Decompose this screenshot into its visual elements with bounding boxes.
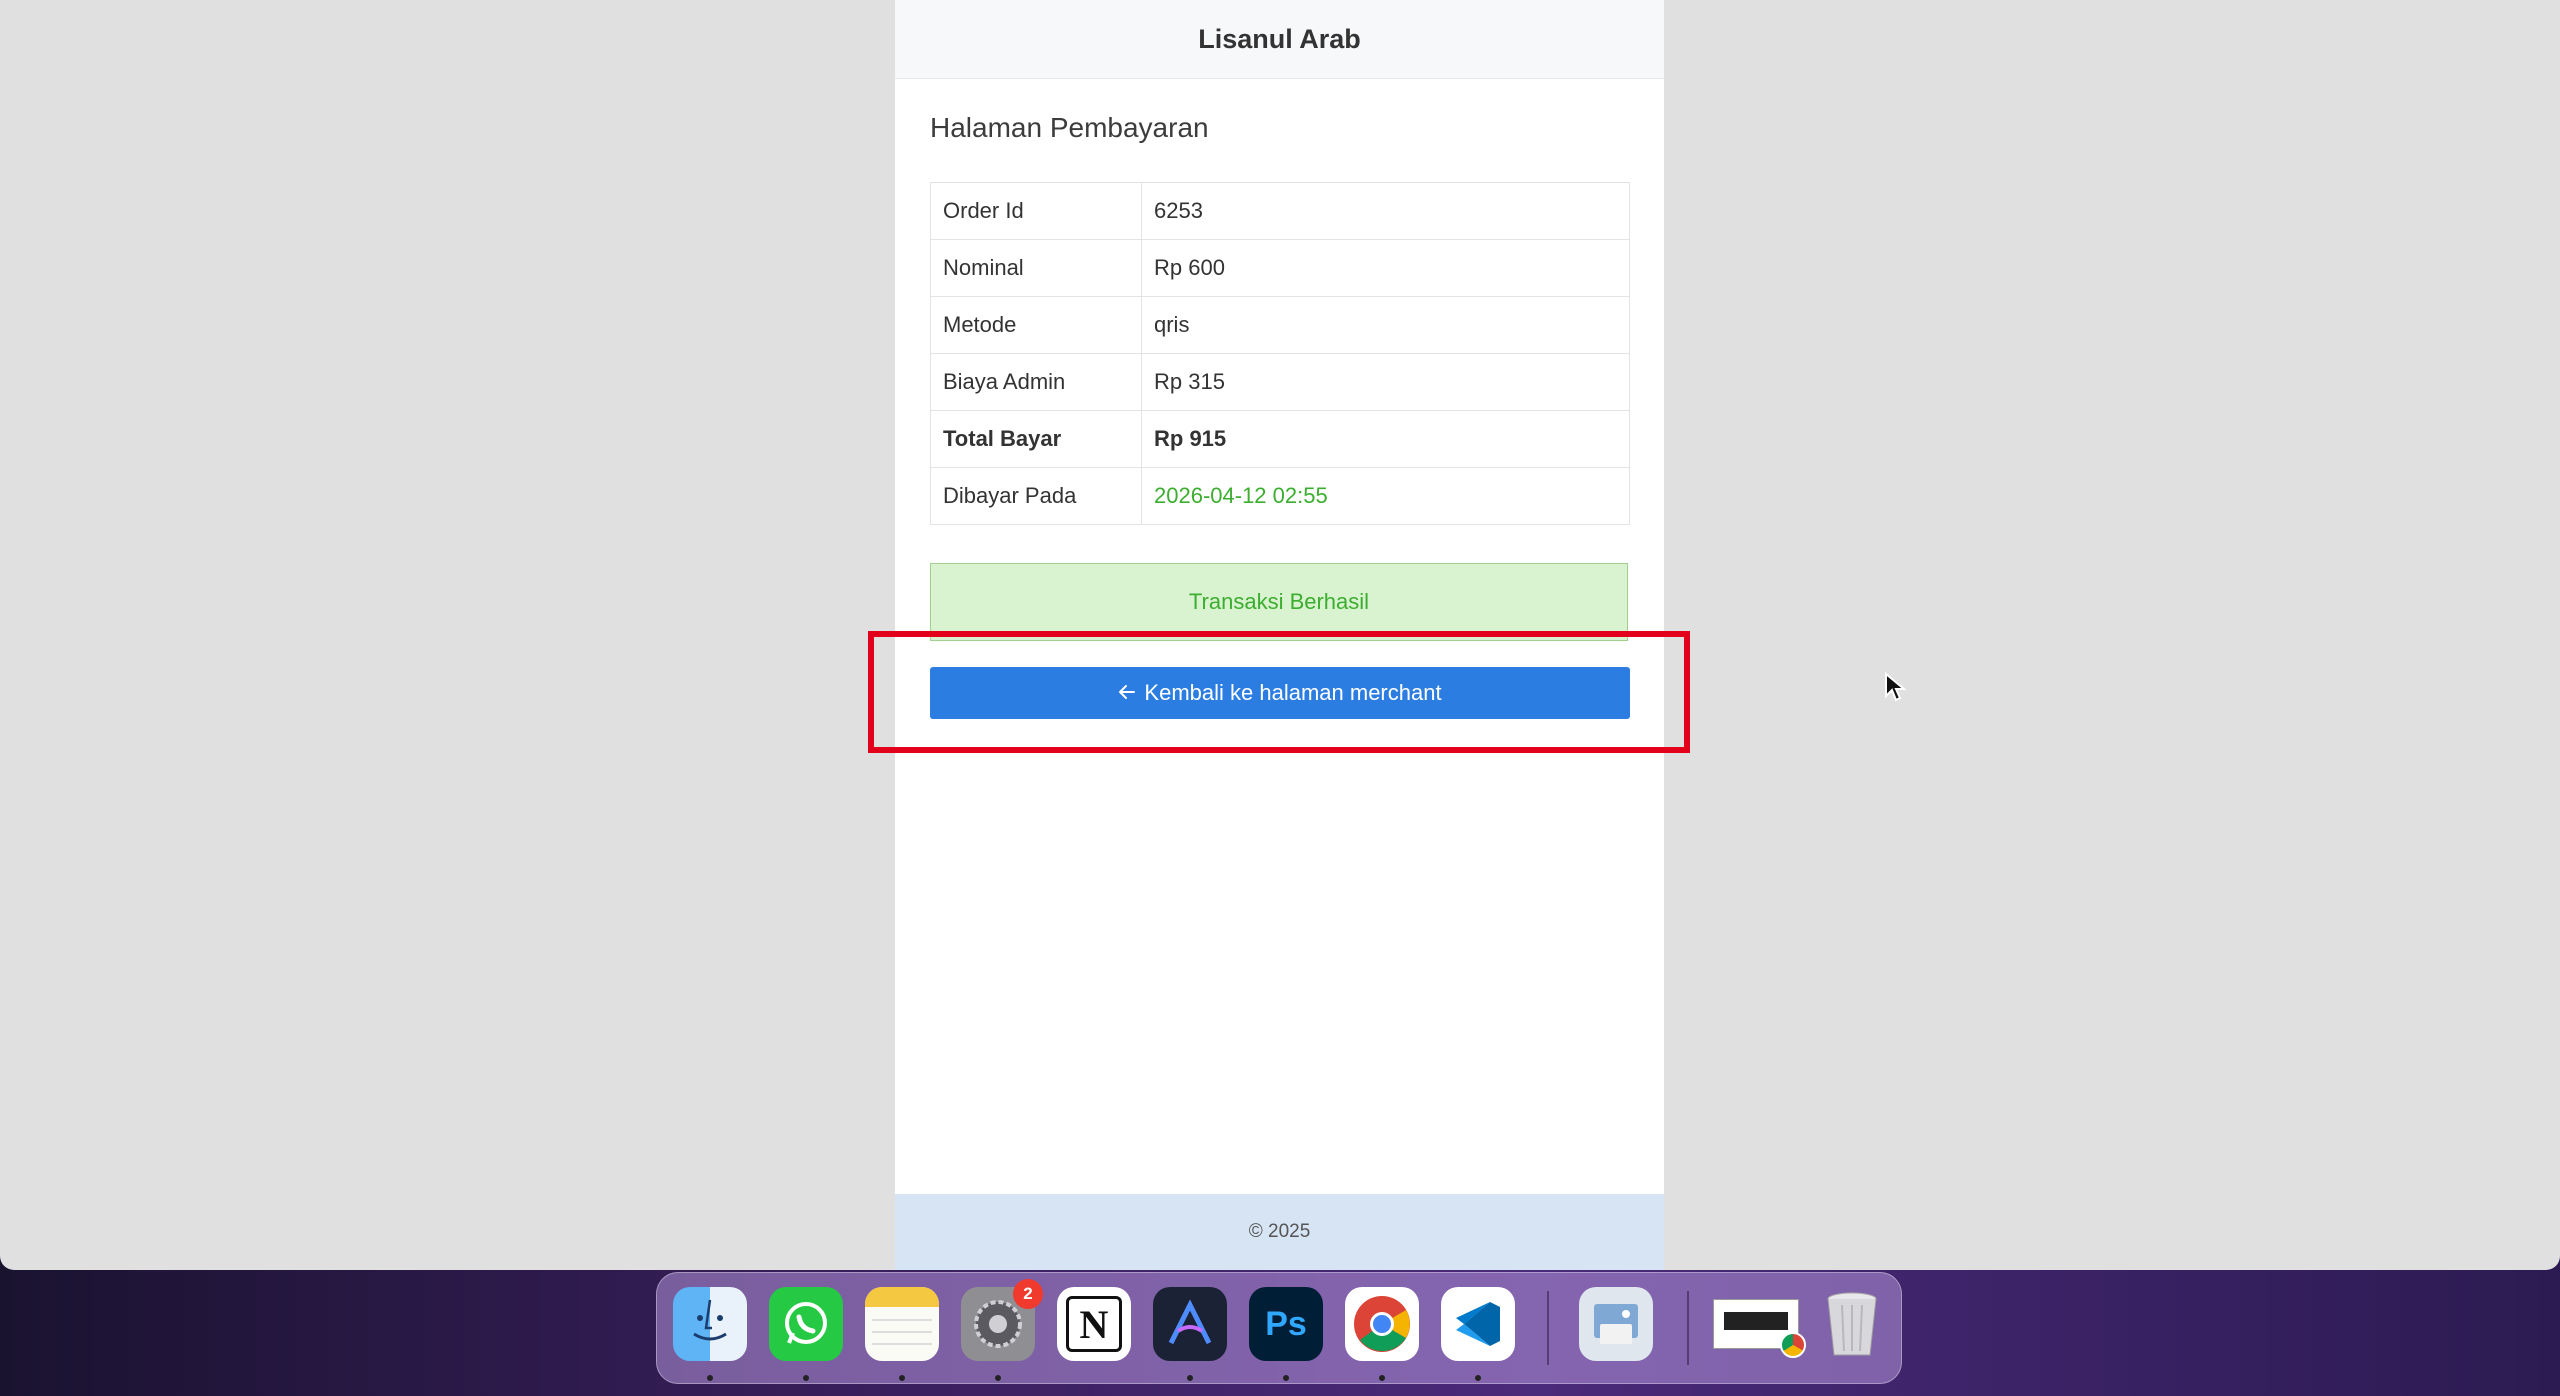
notification-badge: 2: [1013, 1279, 1043, 1309]
table-row: Nominal Rp 600: [930, 239, 1630, 297]
row-label: Biaya Admin: [930, 353, 1142, 411]
chrome-icon[interactable]: [1345, 1287, 1419, 1361]
running-indicator: [1475, 1375, 1481, 1381]
mouse-cursor-icon: [1884, 671, 1907, 707]
macos-dock: 2 N Ps: [656, 1272, 1902, 1384]
dock-divider: [1547, 1291, 1549, 1365]
row-label: Total Bayar: [930, 410, 1142, 468]
finder-icon[interactable]: [673, 1287, 747, 1361]
status-message: Transaksi Berhasil: [1188, 589, 1370, 614]
running-indicator: [899, 1375, 905, 1381]
table-row-total: Total Bayar Rp 915: [930, 410, 1630, 468]
page-title: Halaman Pembayaran: [930, 112, 1209, 143]
table-row: Metode qris: [930, 296, 1630, 354]
row-label: Nominal: [930, 239, 1142, 297]
row-value: 6253: [1141, 182, 1630, 240]
vscode-icon[interactable]: [1441, 1287, 1515, 1361]
notes-icon[interactable]: [865, 1287, 939, 1361]
affinity-icon[interactable]: [1153, 1287, 1227, 1361]
row-value: Rp 315: [1141, 353, 1630, 411]
photoshop-icon[interactable]: Ps: [1249, 1287, 1323, 1361]
running-indicator: [1379, 1375, 1385, 1381]
success-alert: Transaksi Berhasil: [930, 563, 1628, 641]
arrow-left-icon: [1118, 680, 1136, 706]
dock-divider: [1687, 1291, 1689, 1365]
row-label: Metode: [930, 296, 1142, 354]
table-row: Dibayar Pada 2026-04-12 02:55: [930, 467, 1630, 525]
back-to-merchant-button[interactable]: Kembali ke halaman merchant: [930, 667, 1630, 719]
page-footer: © 2025: [895, 1194, 1664, 1270]
browser-viewport: Lisanul Arab Halaman Pembayaran Order Id…: [0, 0, 2560, 1270]
preview-icon[interactable]: [1579, 1287, 1653, 1361]
back-button-label: Kembali ke halaman merchant: [1144, 680, 1442, 705]
running-indicator: [995, 1375, 1001, 1381]
whatsapp-icon[interactable]: [769, 1287, 843, 1361]
trash-icon[interactable]: [1815, 1287, 1889, 1361]
paid-at-value: 2026-04-12 02:55: [1141, 467, 1630, 525]
row-value: Rp 600: [1141, 239, 1630, 297]
payment-details-table: Order Id 6253 Nominal Rp 600 Metode qris…: [930, 182, 1630, 525]
running-indicator: [707, 1375, 713, 1381]
row-label: Order Id: [930, 182, 1142, 240]
row-value: Rp 915: [1141, 410, 1630, 468]
notion-icon[interactable]: N: [1057, 1287, 1131, 1361]
settings-icon[interactable]: 2: [961, 1279, 1043, 1361]
running-indicator: [1187, 1375, 1193, 1381]
running-indicator: [1283, 1375, 1289, 1381]
site-title: Lisanul Arab: [1198, 23, 1361, 54]
copyright-text: © 2025: [1248, 1221, 1311, 1242]
table-row: Biaya Admin Rp 315: [930, 353, 1630, 411]
window-thumbnail-icon[interactable]: [1711, 1287, 1806, 1361]
row-value: qris: [1141, 296, 1630, 354]
running-indicator: [803, 1375, 809, 1381]
table-row: Order Id 6253: [930, 182, 1630, 240]
site-header: Lisanul Arab: [895, 0, 1664, 79]
row-label: Dibayar Pada: [930, 467, 1142, 525]
payment-card: Lisanul Arab Halaman Pembayaran Order Id…: [895, 0, 1664, 1270]
